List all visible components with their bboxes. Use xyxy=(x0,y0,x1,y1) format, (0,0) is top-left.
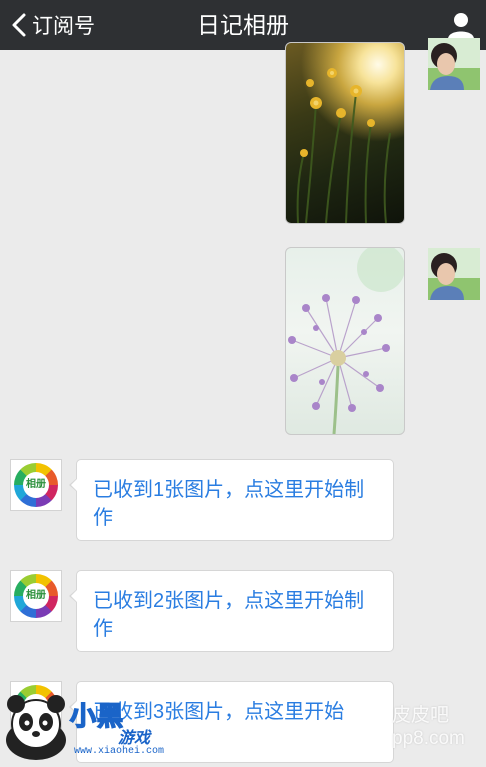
back-button[interactable]: 订阅号 xyxy=(10,0,95,50)
site-watermark: 皮皮吧 pp8.com xyxy=(392,704,465,750)
brand-watermark-sub: 游戏 xyxy=(118,730,151,747)
chat-area: 相册 已收到1张图片，点这里开始制作 相册 已收到2张图片，点这里开始制作 相册… xyxy=(0,38,486,763)
site-watermark-name: 皮皮吧 xyxy=(392,705,450,726)
message-text: 已收到1张图片，点这里开始制作 xyxy=(93,479,365,529)
text-message-2[interactable]: 已收到2张图片，点这里开始制作 xyxy=(69,570,394,652)
message-text: 已收到2张图片，点这里开始制作 xyxy=(93,590,365,640)
logo-label: 相册 xyxy=(23,583,49,609)
image-message-1[interactable] xyxy=(285,42,405,224)
panda-mascot-icon xyxy=(6,695,66,760)
image-message-2[interactable] xyxy=(285,247,405,435)
top-nav-bar: 订阅号 日记相册 xyxy=(0,0,486,50)
text-message-1[interactable]: 已收到1张图片，点这里开始制作 xyxy=(69,459,394,541)
album-logo-icon: 相册 xyxy=(14,574,58,618)
daffodil-photo xyxy=(296,68,391,223)
album-account-avatar[interactable]: 相册 xyxy=(10,459,62,511)
back-label: 订阅号 xyxy=(32,15,95,38)
user-avatar-image xyxy=(428,248,480,300)
brand-watermark: 小黑 游戏 www.xiaohei.com xyxy=(0,692,200,762)
logo-label: 相册 xyxy=(23,472,49,498)
user-avatar[interactable] xyxy=(428,38,480,90)
chevron-left-icon xyxy=(12,13,26,37)
brand-watermark-text: 小黑 xyxy=(69,700,125,732)
brand-watermark-url: www.xiaohei.com xyxy=(74,746,165,757)
site-watermark-domain: pp8.com xyxy=(392,728,465,749)
album-account-avatar[interactable]: 相册 xyxy=(10,570,62,622)
person-icon[interactable] xyxy=(446,10,476,40)
user-avatar-image xyxy=(428,38,480,90)
user-avatar[interactable] xyxy=(428,248,480,300)
album-logo-icon: 相册 xyxy=(14,463,58,507)
allium-photo xyxy=(288,248,404,434)
